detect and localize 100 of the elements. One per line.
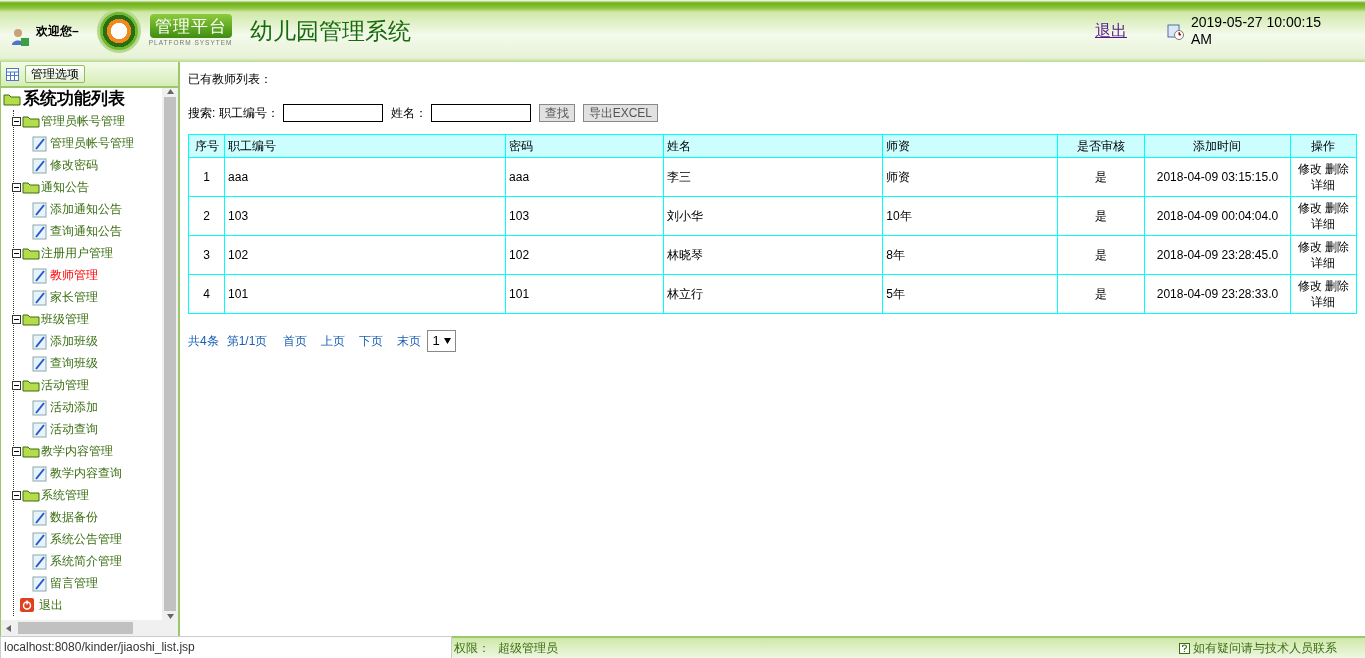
table-cell: 林晓琴 — [663, 235, 883, 275]
folder-icon — [3, 92, 21, 106]
table-cell: 2018-04-09 23:28:33.0 — [1144, 274, 1291, 314]
notepad-pencil-icon — [32, 530, 48, 548]
page-select[interactable]: 1 — [427, 330, 456, 352]
notepad-pencil-icon — [32, 420, 48, 438]
notepad-pencil-icon — [32, 134, 48, 152]
tree-group-label[interactable]: 班级管理 — [41, 310, 89, 328]
notepad-pencil-icon — [32, 222, 48, 240]
search-button[interactable]: 查找 — [538, 104, 575, 122]
notepad-pencil-icon — [32, 266, 48, 284]
exit-link[interactable]: 退出 — [39, 596, 63, 614]
tree-root-label: 系统功能列表 — [23, 88, 125, 111]
tree-item-link[interactable]: 数据备份 — [50, 508, 98, 526]
table-cell: 103 — [505, 196, 664, 236]
sidebar-tab[interactable]: 管理选项 — [25, 65, 85, 83]
action-link[interactable]: 删除 — [1325, 240, 1350, 254]
help-text: 如有疑问请与技术人员联系 — [1193, 640, 1337, 657]
action-link[interactable]: 修改 — [1297, 201, 1322, 215]
tree-group-label[interactable]: 教学内容管理 — [41, 442, 113, 460]
column-header: 添加时间 — [1144, 134, 1291, 158]
collapse-icon[interactable] — [12, 446, 21, 456]
tree-item-link[interactable]: 系统公告管理 — [50, 530, 122, 548]
table-cell: 103 — [224, 196, 506, 236]
collapse-icon[interactable] — [12, 248, 21, 258]
action-link[interactable]: 修改 — [1297, 240, 1322, 254]
action-link[interactable]: 删除 — [1325, 201, 1350, 215]
notepad-pencil-icon — [32, 332, 48, 350]
pager-link[interactable]: 下页 — [359, 331, 384, 350]
action-link[interactable]: 详细 — [1311, 178, 1336, 192]
page-indicator: 第1/1页 — [226, 332, 268, 350]
name-field[interactable] — [430, 104, 531, 122]
tree-item-link[interactable]: 活动查询 — [50, 420, 98, 438]
action-link[interactable]: 详细 — [1311, 217, 1336, 231]
table-cell: 师资 — [882, 157, 1058, 197]
tree-group-label[interactable]: 注册用户管理 — [41, 244, 113, 262]
tree-item-link[interactable]: 管理员帐号管理 — [50, 134, 134, 152]
action-link[interactable]: 修改 — [1297, 162, 1322, 176]
pager-link[interactable]: 末页 — [397, 331, 422, 350]
tree-item-link[interactable]: 系统简介管理 — [50, 552, 122, 570]
tree-item-link[interactable]: 添加班级 — [50, 332, 98, 350]
scroll-left-icon[interactable] — [5, 624, 12, 632]
table-icon — [6, 67, 19, 81]
tree-item-link[interactable]: 查询班级 — [50, 354, 98, 372]
tree-item-link[interactable]: 添加通知公告 — [50, 200, 122, 218]
tree-group-label[interactable]: 活动管理 — [41, 376, 89, 394]
tree-item-link[interactable]: 查询通知公告 — [50, 222, 122, 240]
column-header: 职工编号 — [224, 134, 506, 158]
staff-id-field[interactable] — [282, 104, 383, 122]
action-link[interactable]: 删除 — [1325, 279, 1350, 293]
column-header: 密码 — [505, 134, 664, 158]
tree-item-link[interactable]: 教学内容查询 — [50, 464, 122, 482]
table-cell: 是 — [1057, 274, 1145, 314]
table-cell: 102 — [224, 235, 506, 275]
tree-group-label[interactable]: 系统管理 — [41, 486, 89, 504]
table-cell: aaa — [505, 157, 664, 197]
export-button[interactable]: 导出EXCEL — [582, 104, 659, 122]
tree-item-link[interactable]: 活动添加 — [50, 398, 98, 416]
pager-link[interactable]: 首页 — [283, 331, 308, 350]
action-link[interactable]: 详细 — [1311, 295, 1336, 309]
action-link[interactable]: 修改 — [1297, 279, 1322, 293]
collapse-icon[interactable] — [12, 380, 21, 390]
collapse-icon[interactable] — [12, 314, 21, 324]
action-link[interactable]: 删除 — [1325, 162, 1350, 176]
logout-link[interactable]: 退出 — [1095, 19, 1127, 43]
role-text: 超级管理员 — [498, 640, 558, 657]
column-header: 师资 — [882, 134, 1058, 158]
action-link[interactable]: 详细 — [1311, 256, 1336, 270]
tree-item-link[interactable]: 家长管理 — [50, 288, 98, 306]
folder-icon — [22, 444, 40, 458]
table-cell: 是 — [1057, 157, 1145, 197]
notepad-pencil-icon — [32, 464, 48, 482]
table-cell: aaa — [224, 157, 506, 197]
list-heading: 已有教师列表： — [188, 71, 273, 88]
help-icon — [1179, 642, 1190, 654]
caret-icon — [443, 337, 451, 344]
tree-item-link[interactable]: 修改密码 — [50, 156, 98, 174]
table-cell: 101 — [224, 274, 506, 314]
tree-group-label[interactable]: 管理员帐号管理 — [41, 112, 125, 130]
tree-item-link[interactable]: 教师管理 — [50, 266, 98, 284]
collapse-icon[interactable] — [12, 182, 21, 192]
collapse-icon[interactable] — [12, 116, 21, 126]
collapse-icon[interactable] — [12, 490, 21, 500]
table-cell: 是 — [1057, 196, 1145, 236]
table-cell: 刘小华 — [663, 196, 883, 236]
name-label: 姓名： — [390, 105, 427, 122]
logo-emblem — [96, 9, 141, 53]
role-label: 权限： — [454, 640, 490, 657]
power-icon — [20, 598, 34, 612]
notepad-pencil-icon — [32, 508, 48, 526]
search-label: 搜索: 职工编号： — [188, 105, 279, 122]
logo-badge: 管理平台 — [149, 14, 232, 39]
tree-group-label[interactable]: 通知公告 — [41, 178, 89, 196]
folder-icon — [22, 312, 40, 326]
notepad-pencil-icon — [32, 354, 48, 372]
user-icon — [10, 27, 30, 47]
pager-link[interactable]: 上页 — [321, 331, 346, 350]
tree-item-link[interactable]: 留言管理 — [50, 574, 98, 592]
notepad-pencil-icon — [32, 156, 48, 174]
folder-icon — [22, 180, 40, 194]
